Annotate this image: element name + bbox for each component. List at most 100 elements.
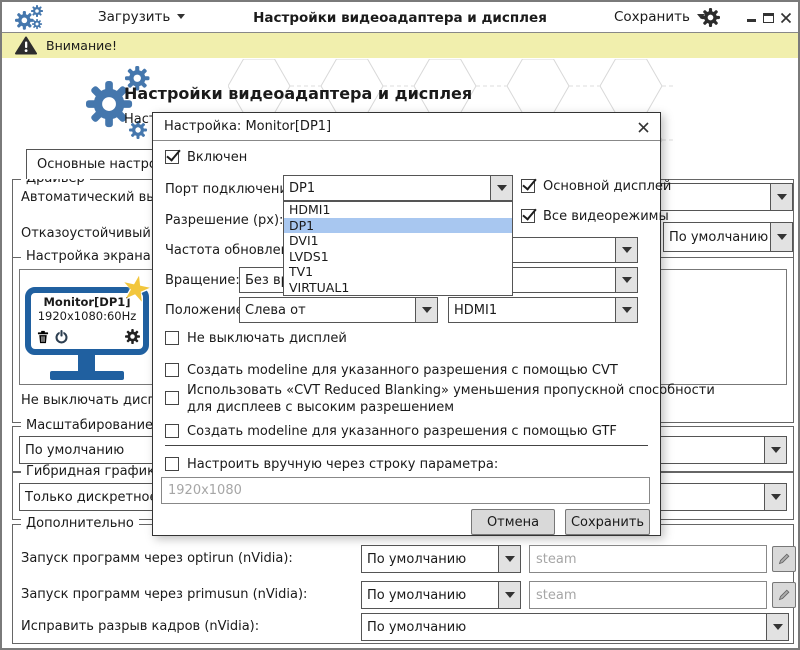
monitor-settings-gear-icon[interactable]: [125, 329, 140, 344]
port-combobox-value: DP1: [284, 176, 490, 200]
dialog-titlebar[interactable]: Настройка: Monitor[DP1]: [153, 113, 660, 141]
page-subtitle-text: Настройка: [124, 112, 152, 125]
warning-text: Внимание!: [46, 38, 117, 53]
resolution-label: Разрешение (px):: [165, 213, 283, 228]
maximize-button[interactable]: [761, 11, 775, 25]
toolbar: Загрузить Настройки видеоадаптера и дисп…: [2, 2, 798, 33]
page-subtitle-clipped: Настройка: [124, 108, 152, 125]
all-modes-checkbox[interactable]: [521, 209, 535, 223]
monitor-mode: 1920x1080:60Hz: [31, 309, 143, 323]
chevron-down-icon: [415, 298, 437, 322]
position-label: Положение:: [165, 303, 248, 318]
minimize-button[interactable]: [744, 11, 758, 25]
optirun-combobox[interactable]: По умолчанию: [361, 545, 521, 573]
port-option[interactable]: TV1: [284, 264, 512, 280]
chevron-down-icon: [764, 437, 786, 463]
chevron-down-icon: [615, 268, 637, 292]
primary-display-label: Основной дисплей: [543, 179, 671, 194]
save-menu-label: Сохранить: [614, 9, 690, 25]
save-button[interactable]: Сохранить: [565, 509, 650, 535]
port-option[interactable]: DVI1: [284, 233, 512, 249]
port-dropdown-list: HDMI1 DP1 DVI1 LVDS1 TV1 VIRTUAL1: [283, 201, 513, 296]
enabled-label: Включен: [187, 150, 247, 165]
cvt-reduced-blanking-checkbox[interactable]: [165, 391, 179, 405]
cvt-modeline-label: Создать modeline для указанного разрешен…: [187, 363, 618, 378]
cancel-button[interactable]: Отмена: [471, 509, 555, 535]
save-menu-button[interactable]: Сохранить: [614, 9, 705, 25]
chevron-down-icon: [615, 238, 637, 262]
delete-monitor-trash-icon[interactable]: [37, 330, 49, 344]
driver-failsafe-combobox[interactable]: По умолчанию: [663, 222, 793, 252]
driver-failsafe-combobox-value: По умолчанию: [664, 223, 770, 251]
port-option[interactable]: VIRTUAL1: [284, 280, 512, 296]
dialog-separator: [165, 445, 648, 446]
power-toggle-icon[interactable]: [54, 329, 69, 344]
additional-group: Дополнительно Запуск программ через opti…: [12, 524, 794, 644]
pencil-icon: [777, 552, 791, 566]
tearfree-label: Исправить разрыв кадров (nVidia):: [21, 619, 259, 634]
chevron-down-icon: [770, 184, 792, 210]
port-combobox[interactable]: DP1: [283, 175, 513, 201]
position-combobox[interactable]: Слева от: [239, 297, 438, 323]
page-title: Настройки видеоадаптера и дисплея: [124, 86, 472, 101]
chevron-down-icon: [490, 176, 512, 200]
minimize-icon: [747, 19, 756, 22]
position-combobox-value: Слева от: [240, 298, 415, 322]
chevron-down-icon: [498, 546, 520, 572]
keep-display-on-label: Не выключать дисплей: [187, 331, 347, 346]
rotation-label: Вращение:: [165, 273, 240, 288]
optirun-combobox-value: По умолчанию: [362, 546, 498, 572]
tab-main-settings[interactable]: Основные настройки: [26, 149, 154, 179]
optirun-command-input[interactable]: [529, 545, 767, 573]
port-label: Порт подключения:: [165, 182, 300, 197]
primary-display-checkbox[interactable]: [521, 179, 535, 193]
app-logo-gears-icon: [15, 5, 45, 31]
primusrun-command-input[interactable]: [529, 581, 767, 609]
close-window-button[interactable]: [779, 11, 793, 25]
warning-triangle-icon: [15, 36, 37, 55]
settings-gear-button[interactable]: [701, 8, 720, 27]
dialog-title: Настройка: Monitor[DP1]: [164, 119, 331, 134]
load-menu-label: Загрузить: [98, 9, 170, 25]
all-modes-label: Все видеорежимы: [543, 209, 669, 224]
close-icon: [780, 12, 792, 24]
cvt-reduced-blanking-label-line1: Использовать «CVT Reduced Blanking» умен…: [187, 383, 715, 398]
gtf-modeline-checkbox[interactable]: [165, 424, 179, 438]
cvt-modeline-checkbox[interactable]: [165, 363, 179, 377]
manual-config-label: Настроить вручную через строку параметра…: [187, 457, 498, 472]
warning-bar: Внимание!: [2, 33, 798, 58]
primary-star-icon: ★: [118, 271, 154, 307]
manual-config-input[interactable]: [161, 477, 650, 504]
primusrun-combobox-value: По умолчанию: [362, 582, 498, 608]
manual-config-checkbox[interactable]: [165, 457, 179, 471]
cvt-reduced-blanking-label-line2: для дисплеев с высоким разрешением: [187, 400, 454, 415]
monitor-settings-dialog: Настройка: Monitor[DP1] Включен Порт под…: [152, 112, 661, 536]
load-menu-button[interactable]: Загрузить: [98, 9, 185, 25]
window-title: Настройки видеоадаптера и дисплея: [253, 10, 547, 26]
optirun-edit-button[interactable]: [772, 546, 796, 572]
pencil-icon: [777, 588, 791, 602]
primusrun-edit-button[interactable]: [772, 582, 796, 608]
chevron-down-icon: [615, 298, 637, 322]
gtf-modeline-label: Создать modeline для указанного разрешен…: [187, 424, 617, 439]
position-target-combobox[interactable]: HDMI1: [448, 297, 638, 323]
port-option[interactable]: LVDS1: [284, 249, 512, 265]
optirun-label: Запуск программ через optirun (nVidia):: [21, 551, 293, 566]
chevron-down-icon: [764, 484, 786, 510]
screen-setup-legend: Настройка экрана: [21, 249, 156, 264]
port-option-selected[interactable]: DP1: [284, 218, 512, 234]
tearfree-combobox[interactable]: По умолчанию: [361, 613, 789, 641]
monitor-stand-neck: [78, 355, 95, 372]
enabled-checkbox[interactable]: [165, 150, 179, 164]
monitor-stand-base: [50, 371, 124, 380]
additional-group-legend: Дополнительно: [21, 516, 139, 531]
dialog-close-icon[interactable]: [637, 121, 650, 134]
application-window: Загрузить Настройки видеоадаптера и дисп…: [0, 0, 800, 650]
chevron-down-icon: [498, 582, 520, 608]
port-option[interactable]: HDMI1: [284, 202, 512, 218]
chevron-down-icon: [766, 614, 788, 640]
primusrun-combobox[interactable]: По умолчанию: [361, 581, 521, 609]
tearfree-combobox-value: По умолчанию: [362, 614, 766, 640]
keep-display-on-checkbox[interactable]: [165, 331, 179, 345]
maximize-icon: [763, 13, 774, 23]
